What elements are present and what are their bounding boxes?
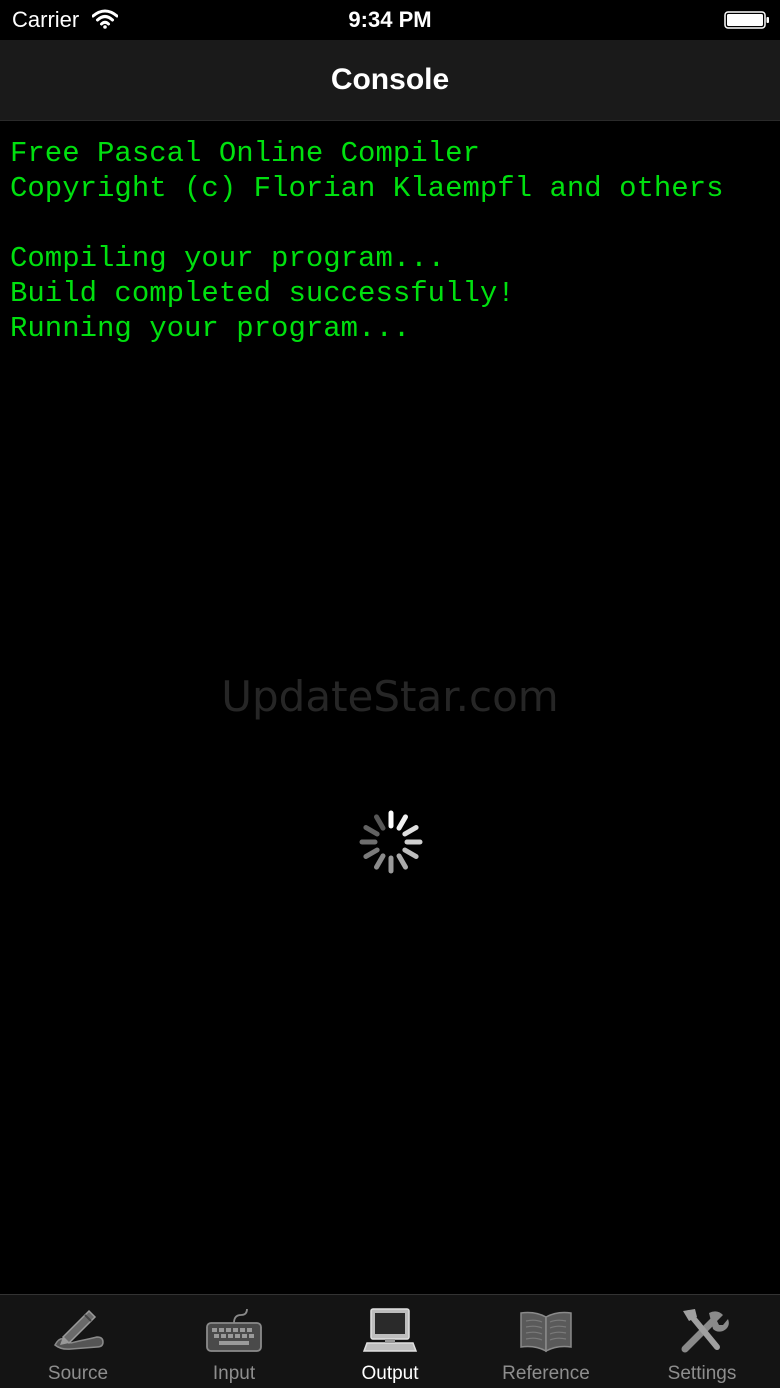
monitor-icon [362, 1308, 418, 1352]
page-title: Console [330, 63, 450, 96]
tab-input[interactable]: Input [156, 1295, 312, 1388]
watermark: UpdateStar.com [221, 672, 559, 721]
tab-label: Settings [667, 1363, 737, 1384]
battery-icon [724, 11, 769, 29]
console-line: Compiling your program... [10, 242, 446, 275]
console-line: Build completed successfully! [10, 277, 515, 310]
status-time: 9:34 PM [348, 7, 432, 32]
console-line: Running your program... [10, 312, 411, 345]
tab-bar: Source Input Output Reference Settings [0, 1294, 780, 1388]
status-bar: Carrier 9:34 PM [0, 0, 780, 40]
tab-label: Output [361, 1363, 419, 1384]
tools-icon [681, 1309, 729, 1353]
loading-spinner-icon [359, 810, 423, 874]
keyboard-icon [206, 1308, 262, 1352]
tab-label: Input [212, 1363, 256, 1384]
tab-reference[interactable]: Reference [468, 1295, 624, 1388]
navigation-bar: Console [0, 40, 780, 121]
console-output: Free Pascal Online Compiler Copyright (c)… [10, 136, 770, 346]
tab-label: Source [47, 1363, 109, 1384]
tab-settings[interactable]: Settings [624, 1295, 780, 1388]
tab-source[interactable]: Source [0, 1295, 156, 1388]
console-line: Copyright (c) Florian Klaempfl and other… [10, 172, 724, 205]
tab-output[interactable]: Output [312, 1295, 468, 1388]
book-icon [520, 1311, 572, 1353]
tab-label: Reference [502, 1363, 590, 1384]
console-line: Free Pascal Online Compiler [10, 137, 480, 170]
pencil-hand-icon [54, 1309, 104, 1350]
